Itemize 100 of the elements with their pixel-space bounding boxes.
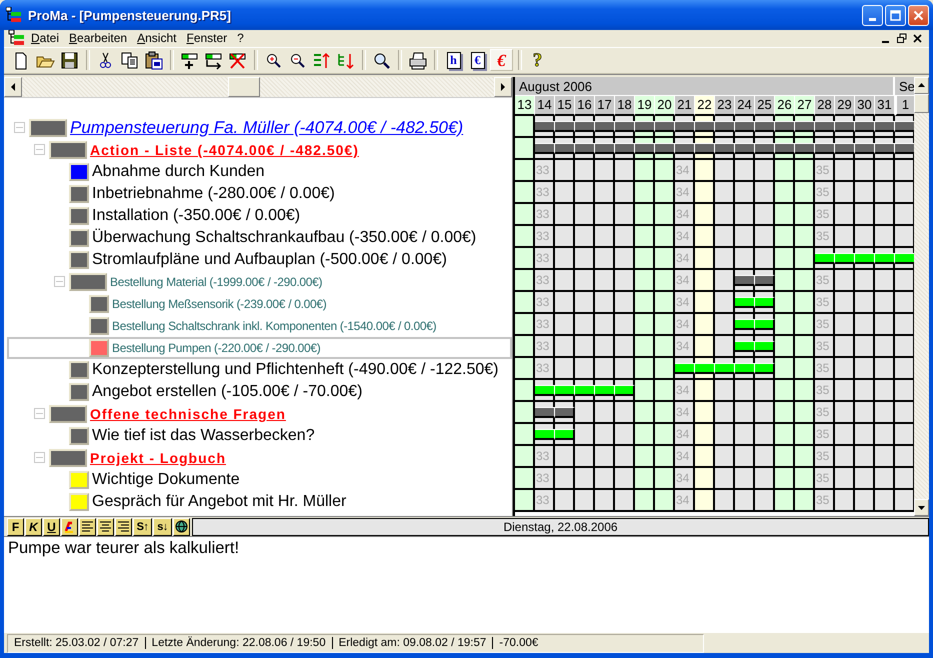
report-button[interactable]: h (442, 49, 465, 72)
day-header: 26 (775, 96, 795, 116)
week-number: 34 (676, 294, 690, 309)
day-header: 21 (675, 96, 695, 116)
day-header: 20 (655, 96, 675, 116)
scroll-down-icon[interactable] (918, 506, 925, 510)
tree-item[interactable]: Wie tief ist das Wasserbecken? (7, 424, 512, 447)
tree-item[interactable]: Stromlaufpläne und Aufbauplan (-500.00€ / 0.00€) (7, 248, 512, 271)
week-number: 35 (816, 272, 830, 287)
add-task-icon (180, 50, 199, 70)
format-button[interactable]: F (7, 518, 24, 536)
week-number: 34 (676, 228, 690, 243)
scroll-thumb[interactable] (228, 76, 260, 97)
format-button[interactable]: U (43, 518, 60, 536)
tree-item[interactable]: Gespräch für Angebot mit Hr. Müller (7, 490, 512, 513)
tree-item[interactable]: Offene technische Fragen (7, 402, 512, 425)
menu-item[interactable]: ? (232, 31, 249, 46)
day-header: 16 (575, 96, 595, 116)
week-number: 35 (816, 426, 830, 441)
day-header: 22 (695, 96, 715, 116)
tree-item[interactable]: Abnahme durch Kunden (7, 160, 512, 183)
status-text: Erstellt: 25.03.02 / 07:27 (13, 637, 140, 649)
tree-item[interactable]: Inbetriebnahme (-280.00€ / 0.00€) (7, 182, 512, 205)
tree-item[interactable]: Konzepterstellung und Pflichtenheft (-490.00€ / -122.50€) (7, 358, 512, 381)
report-button[interactable]: € (466, 49, 489, 72)
week-number: 34 (676, 206, 690, 221)
sort-up-icon (312, 50, 331, 70)
close-button[interactable] (908, 4, 929, 26)
scroll-left-icon[interactable] (10, 82, 16, 91)
align-right-button[interactable] (115, 518, 132, 536)
tree-item[interactable]: Wichtige Dokumente (7, 468, 512, 491)
tree-item[interactable]: Installation (-350.00€ / 0.00€) (7, 204, 512, 227)
status-text: Erledigt am: 09.08.02 / 19:57 (338, 637, 488, 649)
week-number: 34 (676, 250, 690, 265)
align-left-button[interactable] (79, 518, 96, 536)
week-number: 33 (536, 492, 550, 507)
day-header: 23 (715, 96, 735, 116)
week-number: 34 (676, 426, 690, 441)
month-header: Se (895, 76, 914, 96)
tree-item[interactable]: Action - Liste (-4074.00€ / -482.50€) (7, 138, 512, 161)
week-number: 35 (816, 470, 830, 485)
week-number: 35 (816, 382, 830, 397)
week-number: 34 (676, 404, 690, 419)
vertical-scrollbar[interactable] (914, 76, 929, 516)
minimize-button[interactable] (862, 4, 883, 26)
align-left-icon (81, 520, 94, 534)
tree-item[interactable]: Bestellung Schaltschrank inkl. Komponenten (-1540.00€ / 0.00€) (7, 314, 512, 337)
maximize-icon (890, 10, 901, 20)
day-header: 28 (815, 96, 835, 116)
week-number: 34 (676, 272, 690, 287)
week-number: 34 (676, 448, 690, 463)
menu-item[interactable]: Bearbeiten (64, 31, 132, 46)
format-button[interactable]: s↓ (153, 518, 172, 536)
copy-icon (120, 50, 139, 70)
week-number: 34 (676, 492, 690, 507)
week-number: 34 (676, 338, 690, 353)
horizontal-scrollbar[interactable] (4, 76, 512, 97)
week-number: 33 (536, 316, 550, 331)
search-icon (372, 50, 391, 70)
tree-item[interactable]: Pumpensteuerung Fa. Müller (-4074.00€ / -482.50€) (7, 116, 512, 139)
scroll-thumb[interactable] (914, 94, 929, 113)
globe-icon (175, 520, 188, 534)
week-number: 34 (676, 162, 690, 177)
scroll-right-icon[interactable] (500, 82, 506, 91)
tree-item[interactable]: Bestellung Pumpen (-220.00€ / -290.00€) (7, 336, 512, 359)
note-text[interactable]: Pumpe war teurer als kalkuliert! (4, 536, 929, 632)
globe-button[interactable] (173, 518, 190, 536)
week-number: 35 (816, 228, 830, 243)
close-icon (913, 10, 924, 20)
maximize-button[interactable] (885, 4, 906, 26)
menu-item[interactable]: Fenster (181, 31, 232, 46)
menu-item[interactable]: Ansicht (132, 31, 182, 46)
day-header: 19 (635, 96, 655, 116)
day-header: 15 (555, 96, 575, 116)
minimize-icon (869, 18, 876, 20)
week-number: 33 (536, 338, 550, 353)
text-color-button[interactable] (61, 518, 78, 536)
day-header: 13 (515, 96, 535, 116)
week-number: 35 (816, 316, 830, 331)
tree-item[interactable]: Überwachung Schaltschrankaufbau (-350.00€ / 0.00€) (7, 226, 512, 249)
day-header: 29 (835, 96, 855, 116)
tree-item[interactable]: Bestellung Meßsensorik (-239.00€ / 0.00€) (7, 292, 512, 315)
week-number: 35 (816, 294, 830, 309)
clipboard-icon (144, 50, 163, 70)
align-center-icon (99, 520, 112, 534)
format-button[interactable]: S↑ (133, 518, 152, 536)
scroll-up-icon[interactable] (918, 83, 925, 88)
week-number: 33 (536, 228, 550, 243)
format-button[interactable]: K (25, 518, 42, 536)
week-number: 35 (816, 162, 830, 177)
tree-item[interactable]: Projekt - Logbuch (7, 446, 512, 469)
align-center-button[interactable] (97, 518, 114, 536)
tree-item[interactable]: Angebot erstellen (-105.00€ / -70.00€) (7, 380, 512, 403)
week-number: 35 (816, 206, 830, 221)
menu-item[interactable]: Datei (26, 31, 64, 46)
tree-item[interactable]: Bestellung Material (-1999.00€ / -290.00€) (7, 270, 512, 293)
day-header: 30 (855, 96, 875, 116)
week-number: 35 (816, 184, 830, 199)
restore-icon[interactable] (895, 32, 909, 45)
week-number: 34 (676, 382, 690, 397)
